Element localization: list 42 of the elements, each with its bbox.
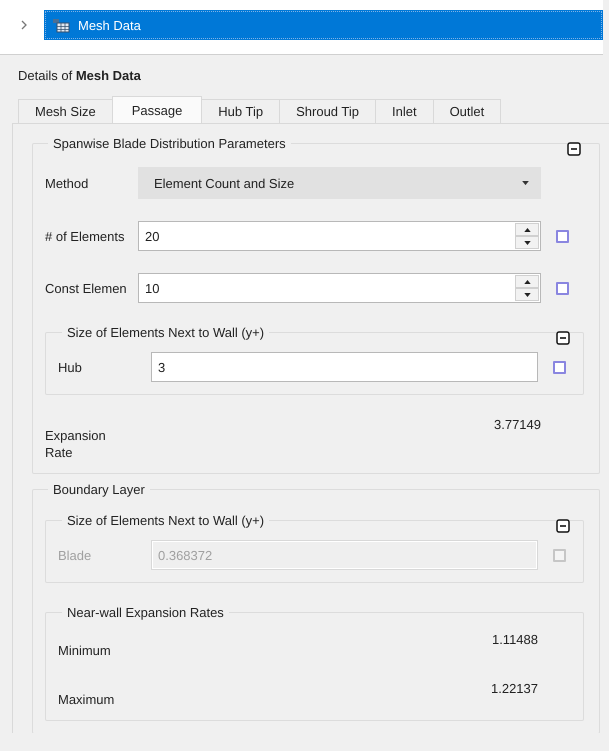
caret-down-icon	[524, 240, 530, 244]
method-dropdown[interactable]: Element Count and Size	[138, 167, 541, 199]
table-icon	[52, 17, 70, 33]
spin-up-button[interactable]	[515, 223, 539, 236]
field-label: Hub	[58, 360, 83, 374]
field-label: Method	[45, 176, 90, 190]
group-title: Size of Elements Next to Wall (y+)	[66, 325, 266, 340]
caret-up-icon	[524, 228, 530, 232]
tab[interactable]: Passage	[112, 96, 202, 123]
field-label: Maximum	[58, 691, 116, 708]
spin-down-button[interactable]	[515, 236, 539, 249]
spin-down-button[interactable]	[515, 288, 539, 301]
checkbox[interactable]	[556, 282, 569, 294]
group-title: Boundary Layer	[52, 482, 146, 497]
checkbox[interactable]	[556, 230, 569, 242]
group-title: Spanwise Blade Distribution Parameters	[52, 136, 287, 151]
collapse-button[interactable]	[556, 331, 570, 345]
field-label: Expansion Rate	[45, 427, 107, 461]
tab[interactable]: Outlet	[432, 99, 502, 123]
field-label: Blade	[58, 548, 92, 562]
caret-up-icon	[524, 280, 530, 284]
group-title: Near-wall Expansion Rates	[66, 605, 225, 620]
value-text: 3.77149	[493, 417, 541, 432]
group-title: Size of Elements Next to Wall (y+)	[66, 513, 266, 528]
value-text: 1.11488	[490, 632, 538, 647]
caret-icon	[522, 180, 529, 186]
tree-item[interactable]: Mesh Data	[44, 10, 603, 40]
value-text: 1.22137	[490, 681, 538, 696]
input-field: 0.368372	[151, 540, 538, 570]
collapse-button[interactable]	[567, 142, 581, 156]
field-label: # of Elements	[45, 228, 126, 244]
checkbox[interactable]	[553, 360, 566, 374]
spin-field[interactable]: 10	[138, 273, 541, 303]
input-field[interactable]: 3	[151, 352, 538, 382]
collapse-button[interactable]	[556, 519, 570, 533]
field-label: Minimum	[58, 642, 112, 659]
spin-field[interactable]: 20	[138, 221, 541, 251]
spin-up-button[interactable]	[515, 275, 539, 288]
field-label: Const Elemen	[45, 280, 128, 296]
tab[interactable]: Mesh Size	[18, 99, 113, 123]
caret-down-icon	[524, 292, 530, 296]
details-title: Details of Mesh Data	[17, 68, 142, 85]
